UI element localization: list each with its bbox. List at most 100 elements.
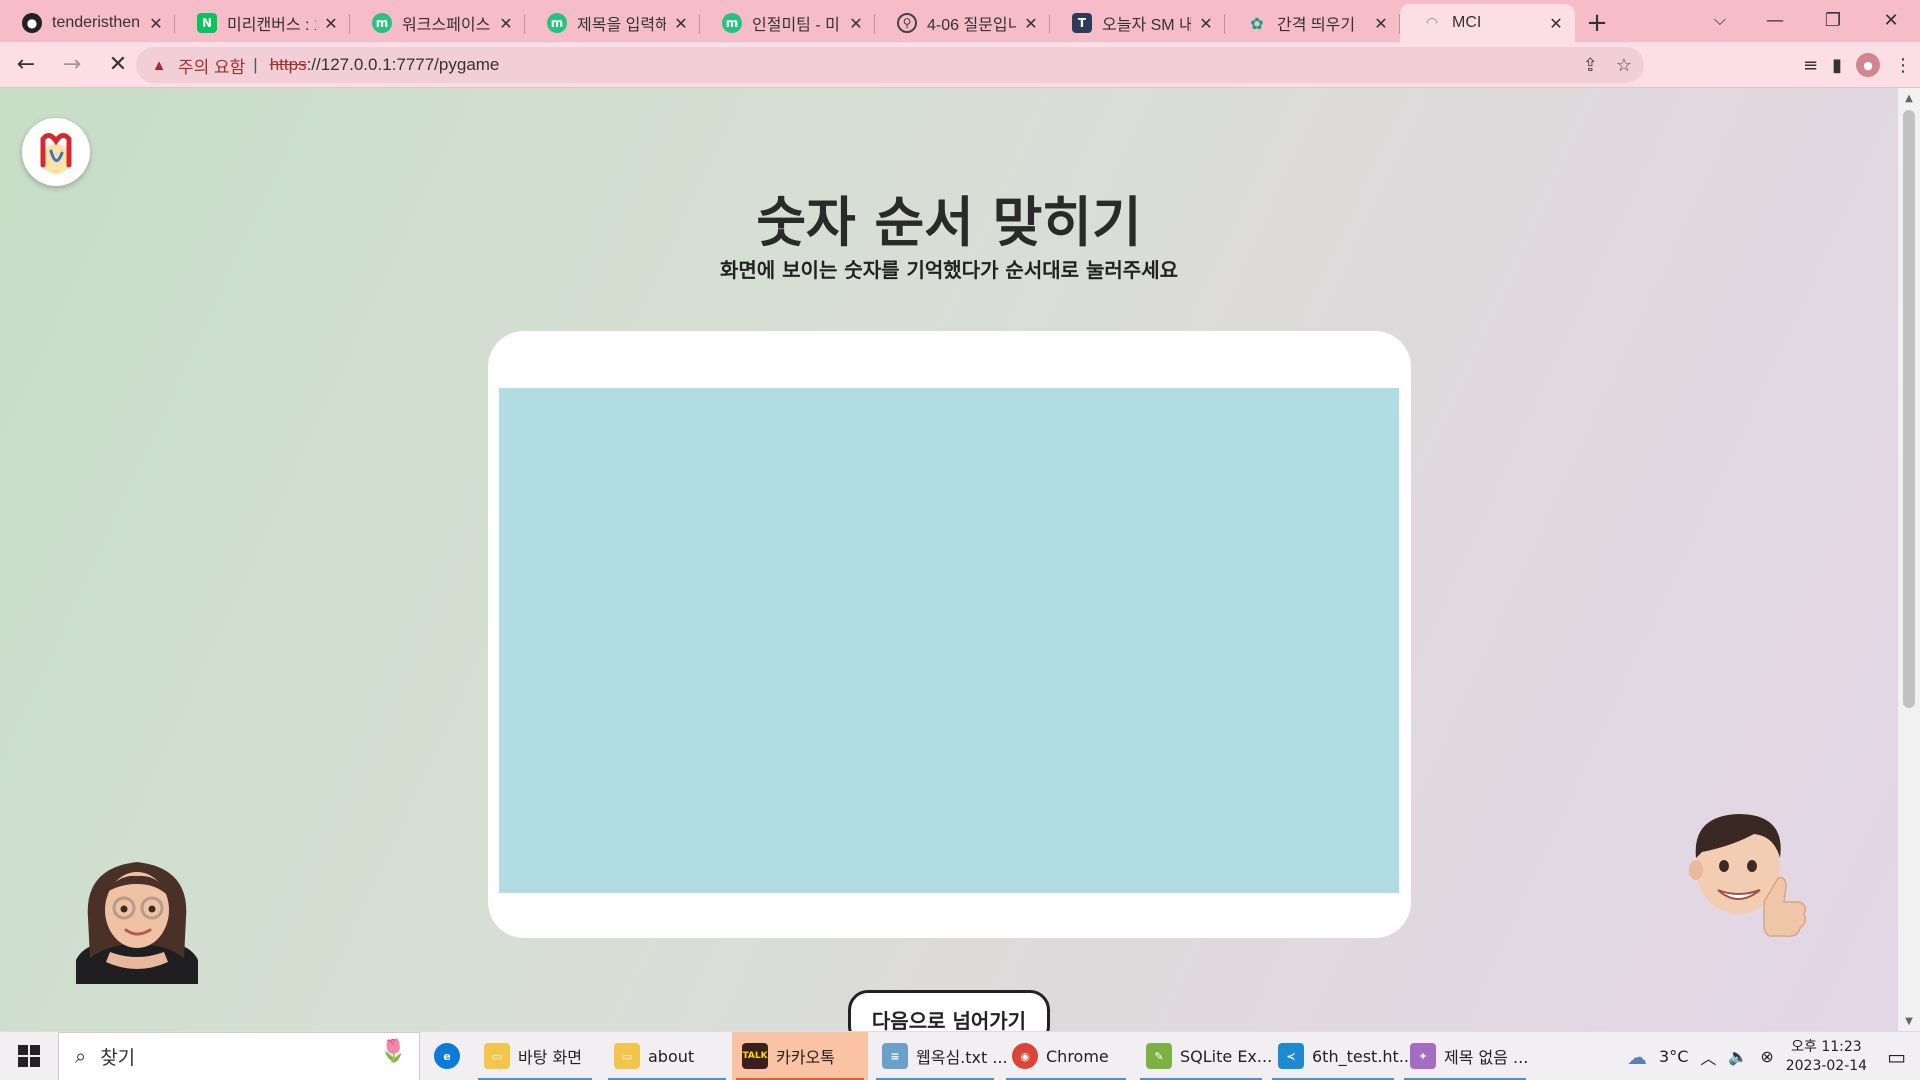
paint-icon: ✦: [1410, 1043, 1436, 1069]
menu-kebab-icon[interactable]: ⋮: [1894, 55, 1912, 76]
tab-title: MCI: [1452, 14, 1482, 31]
tab-title: 4-06 질문입니: [927, 17, 1016, 34]
taskbar-item-label: Chrome: [1046, 1046, 1109, 1066]
close-window-icon[interactable]: ✕: [1862, 0, 1920, 40]
memoji-man-thumbs-up-image: [1689, 814, 1807, 938]
openai-icon: ✿: [1250, 13, 1264, 33]
weather-temp[interactable]: 3°C: [1653, 1047, 1694, 1066]
close-icon[interactable]: ✕: [1022, 14, 1040, 33]
window-controls: — ❐ ✕: [1746, 0, 1920, 40]
taskbar-item-sqlite[interactable]: ✎ SQLite Ex...: [1136, 1032, 1272, 1080]
close-icon[interactable]: ✕: [1547, 14, 1565, 33]
m-icon: m: [547, 13, 567, 33]
folder-icon: ▭: [614, 1043, 640, 1069]
loading-icon: ◠: [1426, 15, 1438, 31]
address-bar[interactable]: ▲ 주의 요함 | https ://127.0.0.1:7777/pygame…: [136, 47, 1644, 83]
browser-tab[interactable]: ● tenderisthenic ✕: [0, 4, 175, 42]
windows-taskbar: ⌕ 찾기 🌷 e ▭ 바탕 화면 ▭ about TALK 카카오톡 ≡ 웹옥심…: [0, 1031, 1920, 1080]
sqlite-icon: ✎: [1146, 1043, 1172, 1069]
taskbar-item-label: 바탕 화면: [518, 1048, 582, 1067]
taskbar-item-vscode[interactable]: ≺ 6th_test.ht...: [1268, 1032, 1414, 1080]
clock-time: 오후 11:23: [1791, 1038, 1862, 1055]
tab-title: 워크스페이스: [402, 17, 491, 34]
m-icon: m: [722, 13, 742, 33]
taskbar-item-label: 카카오톡: [776, 1048, 835, 1067]
windows-logo-icon: [18, 1045, 40, 1067]
network-icon[interactable]: ⊗: [1754, 1047, 1779, 1066]
taskbar-search-box[interactable]: ⌕ 찾기 🌷: [58, 1031, 420, 1080]
tab-search-chevron-icon[interactable]: ⌵: [1700, 6, 1740, 34]
close-icon[interactable]: ✕: [322, 14, 340, 33]
restore-icon[interactable]: ❐: [1804, 0, 1862, 40]
taskbar-item-label: about: [648, 1046, 695, 1066]
scroll-down-icon[interactable]: ▼: [1898, 1011, 1920, 1031]
vscode-icon: ≺: [1278, 1043, 1304, 1069]
notepad-icon: ≡: [882, 1043, 908, 1069]
media-queue-icon[interactable]: ≡: [1803, 55, 1818, 76]
new-tab-button[interactable]: +: [1575, 4, 1619, 42]
tab-title: 인절미팀 - 미: [752, 17, 840, 34]
minimize-icon[interactable]: —: [1746, 0, 1804, 40]
url-scheme: https: [269, 55, 307, 74]
taskbar-item-desktop-folder[interactable]: ▭ 바탕 화면: [474, 1032, 596, 1080]
show-hidden-icons-chevron-icon[interactable]: ︿: [1694, 1045, 1722, 1069]
browser-tab[interactable]: T 오늘자 SM 내 ✕: [1050, 4, 1225, 42]
browser-tab[interactable]: m 워크스페이스 ✕: [350, 4, 525, 42]
browser-toolbar: ← → ✕ ▲ 주의 요함 | https ://127.0.0.1:7777/…: [0, 42, 1920, 88]
share-icon[interactable]: ⇪: [1583, 55, 1598, 76]
browser-tab[interactable]: ✿ 간격 띄우기 ✕: [1225, 4, 1400, 42]
browser-tab[interactable]: m 인절미팀 - 미 ✕: [700, 4, 875, 42]
volume-icon[interactable]: 🔈: [1722, 1047, 1754, 1066]
close-icon[interactable]: ✕: [147, 14, 165, 33]
taskbar-item-label: SQLite Ex...: [1180, 1046, 1273, 1066]
tab-title: 오늘자 SM 내: [1102, 17, 1191, 34]
close-icon[interactable]: ✕: [847, 14, 865, 33]
close-icon[interactable]: ✕: [1197, 14, 1215, 33]
browser-tab[interactable]: m 제목을 입력해 ✕: [525, 4, 700, 42]
tab-title: tenderisthenic: [52, 14, 141, 31]
tab-title: 간격 띄우기: [1277, 17, 1356, 34]
scrollbar-thumb[interactable]: [1903, 110, 1915, 708]
t-icon: T: [1072, 13, 1092, 33]
windows-start-button[interactable]: [0, 1032, 58, 1080]
people-search-icon: ⚲: [897, 13, 917, 33]
tab-title: 미리캔버스 : 1: [227, 17, 316, 34]
page-title: 숫자 순서 맞히기: [756, 191, 1142, 254]
scroll-up-icon[interactable]: ▲: [1898, 88, 1920, 108]
forward-arrow-icon[interactable]: →: [52, 45, 92, 85]
close-icon[interactable]: ✕: [497, 14, 515, 33]
warning-icon[interactable]: ▲: [150, 56, 168, 74]
naver-n-icon: N: [197, 13, 217, 33]
m-icon: m: [372, 13, 392, 33]
side-panel-icon[interactable]: ▮: [1832, 55, 1842, 76]
close-icon[interactable]: ✕: [672, 14, 690, 33]
browser-tab[interactable]: ⚲ 4-06 질문입니 ✕: [875, 4, 1050, 42]
page-viewport: 숫자 순서 맞히기 화면에 보이는 숫자를 기억했다가 순서대로 눌러주세요 다…: [0, 88, 1898, 1031]
site-logo[interactable]: [22, 118, 90, 186]
browser-tab[interactable]: N 미리캔버스 : 1 ✕: [175, 4, 350, 42]
memoji-woman-image: [76, 862, 198, 984]
profile-avatar[interactable]: ●: [1856, 53, 1880, 77]
browser-tab-active[interactable]: ◠ MCI ✕: [1400, 4, 1575, 42]
notification-center-icon[interactable]: ▭: [1873, 1045, 1920, 1069]
back-arrow-icon[interactable]: ←: [6, 45, 46, 85]
taskbar-item-notepad[interactable]: ≡ 웹옥심.txt ...: [872, 1032, 1008, 1080]
page-scrollbar[interactable]: ▲ ▼: [1898, 88, 1920, 1031]
taskbar-item-chrome[interactable]: ◉ Chrome: [1002, 1032, 1130, 1080]
flowers-icon: 🌷: [379, 1038, 407, 1064]
search-icon: ⌕: [75, 1044, 87, 1068]
game-card: [488, 331, 1411, 938]
taskbar-item-paint[interactable]: ✦ 제목 없음 ...: [1400, 1032, 1530, 1080]
taskbar-item-about-folder[interactable]: ▭ about: [604, 1032, 730, 1080]
stop-loading-icon[interactable]: ✕: [98, 45, 138, 85]
clock[interactable]: 오후 11:23 2023-02-14: [1780, 1038, 1873, 1076]
bookmark-star-icon[interactable]: ☆: [1616, 55, 1632, 76]
weather-icon[interactable]: ☁: [1621, 1045, 1653, 1069]
next-button[interactable]: 다음으로 넘어가기: [848, 990, 1050, 1031]
taskbar-item-kakaotalk[interactable]: TALK 카카오톡: [732, 1031, 868, 1080]
security-label[interactable]: 주의 요함: [178, 53, 245, 78]
game-canvas[interactable]: [499, 388, 1399, 893]
close-icon[interactable]: ✕: [1372, 14, 1390, 33]
github-icon: ●: [22, 13, 42, 33]
taskbar-item-edge[interactable]: e: [420, 1032, 474, 1080]
